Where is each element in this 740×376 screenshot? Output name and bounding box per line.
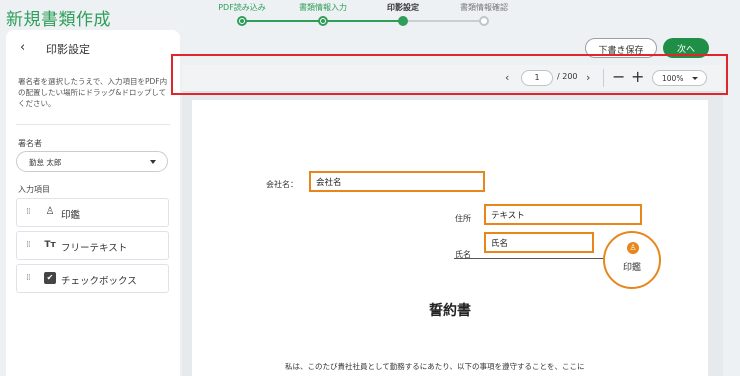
progress-stepper: PDF読み込み 書類情報入力 印影設定 書類情報確認 <box>200 2 508 28</box>
stamp-placement[interactable]: ♙ 印鑑 <box>603 231 661 289</box>
drag-handle-icon[interactable]: ⁞⁞ <box>26 273 31 283</box>
step-pdf-load: PDF読み込み <box>218 3 266 12</box>
name-underline <box>454 258 606 259</box>
divider <box>16 124 170 125</box>
signer-label: 署名者 <box>18 139 42 148</box>
pdf-page[interactable]: 会社名： 会社名 住所 テキスト 氏名 氏名 ♙ 印鑑 誓約書 私は、このたび貴… <box>192 100 708 376</box>
step-stamp-setting: 印影設定 <box>387 3 419 12</box>
drag-handle-icon[interactable]: ⁞⁞ <box>26 207 31 217</box>
document-body: 私は、このたび貴社社員として勤務するにあたり、以下の事項を遵守することを、ここに <box>285 362 585 371</box>
input-item-checkbox[interactable]: ⁞⁞ ✔ チェックボックス <box>16 264 169 293</box>
input-item-free-text[interactable]: ⁞⁞ Tᴛ フリーテキスト <box>16 231 169 260</box>
company-label: 会社名： <box>266 180 298 189</box>
drag-handle-icon[interactable]: ⁞⁞ <box>26 240 31 250</box>
input-item-label: フリーテキスト <box>61 243 128 254</box>
address-label: 住所 <box>455 214 471 223</box>
stamp-icon: ♙ <box>627 242 639 254</box>
checkbox-icon: ✔ <box>44 272 56 284</box>
input-item-stamp[interactable]: ⁞⁞ ♙ 印鑑 <box>16 198 169 227</box>
step-pdf-load-dot <box>237 16 247 26</box>
sidebar: ‹ 印影設定 署名者を選択したうえで、入力項目をPDF内の配置したい場所にドラッ… <box>6 30 180 376</box>
step-stamp-setting-dot <box>398 16 408 26</box>
chevron-left-icon[interactable]: ‹ <box>20 40 25 55</box>
step-doc-info-dot <box>318 16 328 26</box>
sidebar-description: 署名者を選択したうえで、入力項目をPDF内の配置したい場所にドラッグ&ドロップし… <box>18 77 168 108</box>
address-field[interactable]: テキスト <box>484 204 642 225</box>
text-format-icon: Tᴛ <box>44 240 56 250</box>
step-confirm-dot <box>479 16 489 26</box>
signer-select[interactable]: 勤怠 太郎 <box>16 151 168 172</box>
input-item-label: 印鑑 <box>61 210 81 221</box>
page-title: 新規書類作成 <box>6 10 111 30</box>
input-item-label: チェックボックス <box>61 276 137 287</box>
document-title: 誓約書 <box>429 303 471 319</box>
company-field[interactable]: 会社名 <box>309 171 485 192</box>
signer-select-value: 勤怠 太郎 <box>29 158 62 167</box>
name-field[interactable]: 氏名 <box>484 232 594 253</box>
step-doc-info: 書類情報入力 <box>299 3 347 12</box>
pdf-canvas[interactable]: 会社名： 会社名 住所 テキスト 氏名 氏名 ♙ 印鑑 誓約書 私は、このたび貴… <box>182 92 723 376</box>
stepper-line-todo <box>406 20 484 22</box>
step-confirm: 書類情報確認 <box>460 3 508 12</box>
sidebar-header: ‹ 印影設定 <box>6 30 180 66</box>
input-items-label: 入力項目 <box>18 185 50 194</box>
stamp-icon: ♙ <box>45 206 55 217</box>
highlight-box <box>171 54 728 95</box>
caret-down-icon <box>150 160 156 164</box>
sidebar-title: 印影設定 <box>46 43 90 56</box>
stamp-label: 印鑑 <box>622 263 641 273</box>
